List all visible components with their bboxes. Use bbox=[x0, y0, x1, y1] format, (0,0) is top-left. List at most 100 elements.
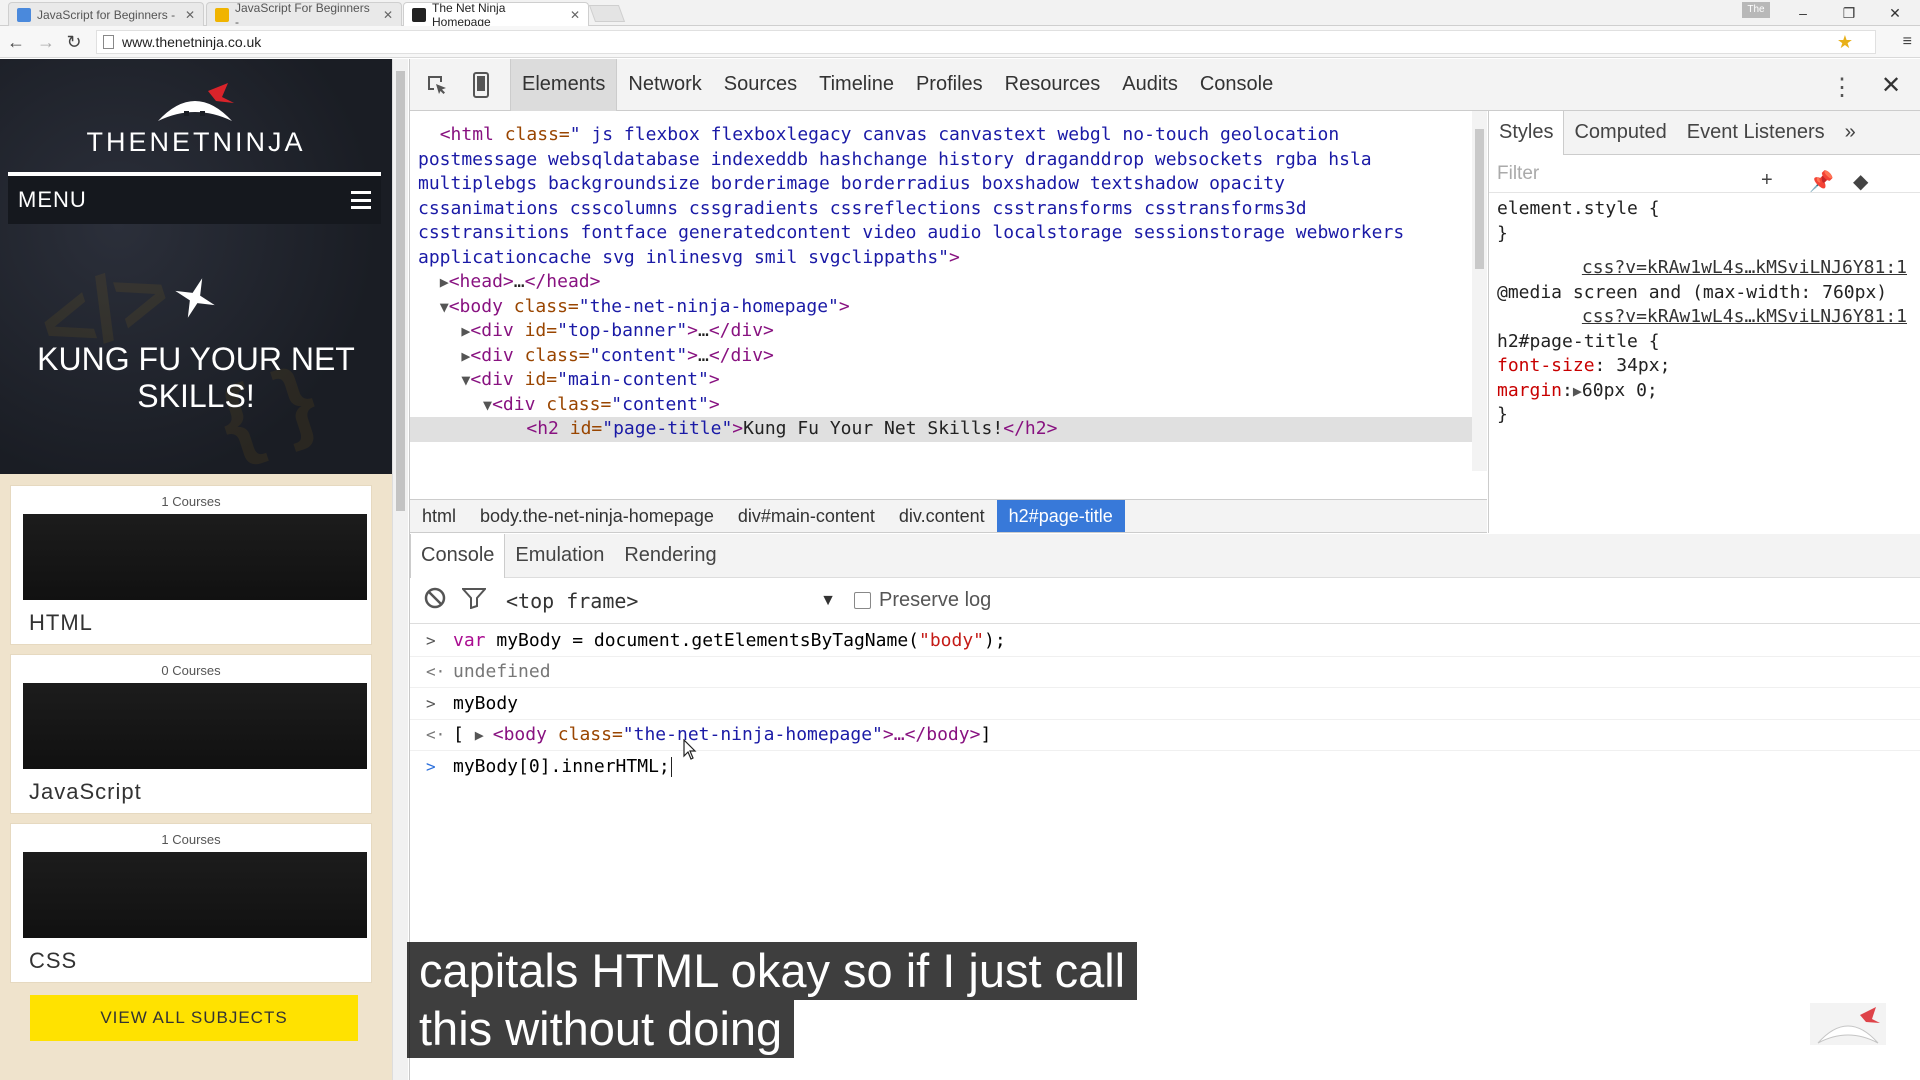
tab-elements[interactable]: Elements bbox=[510, 58, 618, 111]
course-name[interactable]: JavaScript bbox=[29, 779, 142, 805]
filter-icon[interactable] bbox=[460, 587, 488, 614]
tab-console[interactable]: Console bbox=[1189, 59, 1284, 111]
view-all-subjects-button[interactable]: VIEW ALL SUBJECTS bbox=[30, 995, 358, 1041]
dom-node-main-content[interactable]: ▼<div id="main-content"> bbox=[410, 368, 1472, 393]
rule-selector[interactable]: h2#page-title { bbox=[1497, 330, 1920, 355]
course-thumbnail[interactable] bbox=[23, 683, 367, 769]
profile-badge[interactable]: The bbox=[1742, 2, 1770, 18]
dom-node-body[interactable]: ▼<body class="the-net-ninja-homepage"> bbox=[410, 295, 1472, 320]
bookmark-star-icon[interactable]: ★ bbox=[1837, 32, 1853, 53]
inspect-element-icon[interactable] bbox=[420, 68, 454, 102]
tab-profiles[interactable]: Profiles bbox=[905, 59, 994, 111]
clear-console-icon[interactable] bbox=[424, 587, 446, 614]
close-tab-icon[interactable]: ✕ bbox=[383, 8, 393, 22]
elements-panel: <html class=" js flexbox flexboxlegacy c… bbox=[410, 111, 1487, 497]
devtools-close-icon[interactable]: ✕ bbox=[1881, 71, 1901, 100]
preserve-log-checkbox[interactable]: Preserve log bbox=[854, 589, 991, 612]
course-thumbnail[interactable] bbox=[23, 514, 367, 600]
console-toolbar: <top frame> ▼ Preserve log bbox=[410, 578, 1920, 624]
tab-resources[interactable]: Resources bbox=[994, 59, 1112, 111]
stylesheet-link[interactable]: css?v=kRAw1wL4s…kMSviLNJ6Y81:1 bbox=[1497, 256, 1920, 281]
browser-tab-3[interactable]: The Net Ninja Homepage ✕ bbox=[403, 1, 589, 29]
element-style-selector[interactable]: element.style { bbox=[1497, 197, 1920, 222]
input-chevron-icon: > bbox=[426, 630, 436, 650]
css-declaration[interactable]: font-size: 34px; bbox=[1497, 354, 1920, 379]
new-style-rule-icon[interactable]: + bbox=[1761, 169, 1773, 192]
browser-tab-1[interactable]: JavaScript for Beginners - ✕ bbox=[8, 2, 204, 26]
more-tabs-icon[interactable]: » bbox=[1835, 111, 1866, 155]
collapse-triangle-icon[interactable]: ▼ bbox=[483, 396, 492, 414]
devtools-toolbar: Elements Network Sources Timeline Profil… bbox=[410, 58, 1920, 111]
checkbox-box[interactable] bbox=[854, 592, 871, 609]
tab-rendering[interactable]: Rendering bbox=[614, 534, 726, 578]
result-arrow-icon: <· bbox=[426, 662, 446, 682]
close-window-icon[interactable]: ✕ bbox=[1872, 0, 1918, 26]
frame-select[interactable]: <top frame> ▼ bbox=[506, 589, 836, 613]
console-result-line[interactable]: <· [ ▶ <body class= "the-net-ninja-homepa… bbox=[410, 720, 1920, 751]
course-card-javascript[interactable]: 0 Courses JavaScript bbox=[10, 654, 372, 814]
tab-event-listeners[interactable]: Event Listeners bbox=[1677, 111, 1835, 155]
dom-node-inner-content[interactable]: ▼<div class="content"> bbox=[410, 393, 1472, 418]
course-card-html[interactable]: 1 Courses HTML bbox=[10, 485, 372, 645]
shuriken-icon bbox=[175, 278, 215, 318]
back-icon[interactable]: ← bbox=[6, 32, 26, 52]
breadcrumb-div-content[interactable]: div.content bbox=[887, 500, 997, 532]
site-logo[interactable]: THENETNINJA bbox=[0, 127, 392, 158]
course-name[interactable]: CSS bbox=[29, 948, 77, 974]
device-mode-icon[interactable] bbox=[464, 68, 498, 102]
tab-drawer-console[interactable]: Console bbox=[410, 533, 506, 578]
address-bar[interactable]: www.thenetninja.co.uk ★ bbox=[96, 30, 1876, 54]
preserve-log-label: Preserve log bbox=[879, 589, 992, 611]
dom-tree-scrollbar[interactable] bbox=[1472, 111, 1487, 471]
dom-tree[interactable]: <html class=" js flexbox flexboxlegacy c… bbox=[410, 111, 1472, 471]
collapse-triangle-icon[interactable]: ▼ bbox=[440, 298, 449, 316]
toggle-element-state-icon[interactable]: 📌 bbox=[1809, 169, 1834, 194]
breadcrumb-page-title[interactable]: h2#page-title bbox=[996, 500, 1125, 532]
dom-text: applicationcache svg inlinesvg smil svgc… bbox=[418, 246, 960, 268]
new-tab-button[interactable] bbox=[588, 5, 626, 22]
chrome-menu-icon[interactable]: ≡ bbox=[1903, 33, 1912, 51]
breadcrumb-main-content[interactable]: div#main-content bbox=[726, 500, 887, 532]
expand-triangle-icon[interactable]: ▶ bbox=[475, 726, 493, 744]
tab-timeline[interactable]: Timeline bbox=[808, 59, 905, 111]
course-thumbnail[interactable] bbox=[23, 852, 367, 938]
dom-text: multiplebgs backgroundsize borderimage b… bbox=[418, 173, 1285, 194]
close-tab-icon[interactable]: ✕ bbox=[570, 8, 580, 22]
restore-icon[interactable]: ❐ bbox=[1826, 0, 1872, 26]
dom-node-page-title[interactable]: <h2 id="page-title">Kung Fu Your Net Ski… bbox=[410, 417, 1472, 442]
course-name[interactable]: HTML bbox=[29, 610, 93, 636]
close-tab-icon[interactable]: ✕ bbox=[185, 8, 195, 22]
url-text[interactable]: www.thenetninja.co.uk bbox=[122, 34, 261, 50]
dom-node-html[interactable]: <html class=" js flexbox flexboxlegacy c… bbox=[410, 123, 1472, 148]
console-input-text[interactable]: myBody[0].innerHTML; bbox=[453, 756, 670, 777]
color-format-icon[interactable]: ◆ bbox=[1853, 169, 1868, 194]
forward-icon[interactable]: → bbox=[36, 32, 56, 52]
site-menu-bar[interactable]: MENU bbox=[8, 172, 381, 224]
breadcrumb-html[interactable]: html bbox=[410, 500, 468, 532]
tab-styles[interactable]: Styles bbox=[1489, 111, 1565, 155]
course-card-css[interactable]: 1 Courses CSS bbox=[10, 823, 372, 983]
dom-node-head[interactable]: ▶<head>…</head> bbox=[410, 270, 1472, 295]
tab-network[interactable]: Network bbox=[617, 59, 712, 111]
expand-triangle-icon[interactable]: ▶ bbox=[440, 273, 449, 291]
stylesheet-link[interactable]: css?v=kRAw1wL4s…kMSviLNJ6Y81:1 bbox=[1497, 305, 1920, 330]
tab-audits[interactable]: Audits bbox=[1111, 59, 1189, 111]
breadcrumb-body[interactable]: body.the-net-ninja-homepage bbox=[468, 500, 726, 532]
css-declaration[interactable]: margin:▶60px 0; bbox=[1497, 379, 1920, 404]
reload-icon[interactable]: ↻ bbox=[64, 32, 84, 52]
console-prompt[interactable]: > myBody[0].innerHTML; bbox=[410, 751, 1920, 783]
website-scrollbar[interactable] bbox=[392, 59, 408, 1080]
dom-node-top-banner[interactable]: ▶<div id="top-banner">…</div> bbox=[410, 319, 1472, 344]
filter-placeholder: Filter bbox=[1497, 162, 1540, 184]
styles-rules: element.style { } css?v=kRAw1wL4s…kMSviL… bbox=[1489, 193, 1920, 428]
dom-node-content[interactable]: ▶<div class="content">…</div> bbox=[410, 344, 1472, 369]
tab-sources[interactable]: Sources bbox=[713, 59, 808, 111]
minimize-icon[interactable]: – bbox=[1780, 0, 1826, 26]
browser-tab-2[interactable]: JavaScript For Beginners - ✕ bbox=[206, 1, 402, 29]
tab-computed[interactable]: Computed bbox=[1564, 111, 1676, 155]
expand-shorthand-icon[interactable]: ▶ bbox=[1573, 382, 1582, 400]
ninja-watermark-icon bbox=[1810, 1003, 1886, 1045]
tab-emulation[interactable]: Emulation bbox=[505, 534, 614, 578]
devtools-menu-icon[interactable]: ⋮ bbox=[1830, 73, 1854, 102]
hamburger-icon[interactable] bbox=[351, 191, 371, 209]
